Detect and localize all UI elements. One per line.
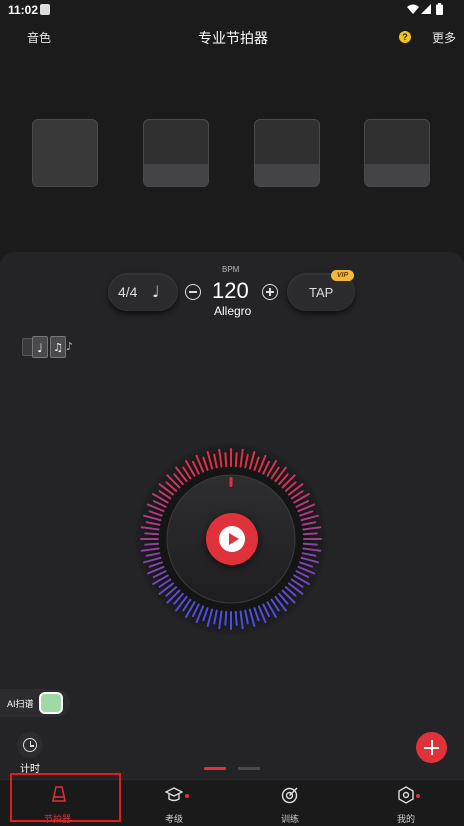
profile-hexagon-icon [398, 786, 414, 804]
bpm-label: BPM [222, 265, 240, 274]
nav-item-training[interactable]: 训练 [232, 780, 348, 826]
notification-dot [185, 794, 189, 798]
dial-indicator [229, 477, 233, 487]
ai-scan-button[interactable]: AI扫谱 [0, 689, 70, 717]
nav-label-training: 训练 [281, 814, 300, 824]
time-signature-value: 4/4 [118, 284, 138, 300]
dial-tick [302, 532, 318, 536]
page-indicator-active [204, 767, 226, 770]
rhythm-pattern-icon[interactable]: ♩ ♫ ♪ [22, 336, 76, 360]
notification-icon [40, 4, 50, 15]
page-title: 专业节拍器 [198, 30, 268, 46]
play-button[interactable] [206, 513, 258, 565]
dial-tick [234, 452, 238, 468]
plus-icon-v [269, 287, 271, 296]
dial-tick [224, 452, 228, 468]
nav-label-profile: 我的 [397, 814, 416, 824]
highlight-box [10, 773, 121, 822]
tempo-name: Allegro [214, 304, 252, 318]
signal-icon [421, 4, 431, 14]
beat-box-4[interactable] [364, 119, 430, 187]
beat-box-1[interactable] [32, 119, 98, 187]
time-signature-selector[interactable]: 4/4 ♩ [108, 273, 178, 311]
wifi-icon [407, 4, 419, 14]
graduation-cap-icon [165, 787, 183, 802]
target-icon [281, 787, 298, 804]
minus-icon [189, 291, 197, 293]
battery-icon [436, 3, 443, 15]
help-icon[interactable]: ? [399, 31, 411, 43]
vip-badge: VIP [331, 270, 354, 281]
clock-icon [17, 732, 43, 758]
status-time: 11:02 [8, 3, 39, 17]
tone-button[interactable]: 音色 [27, 29, 51, 46]
dial-tick [234, 610, 238, 626]
dial-tick [144, 532, 160, 536]
beat-box-2[interactable] [143, 119, 209, 187]
nav-item-profile[interactable]: 我的 [348, 780, 464, 826]
dial-tick [224, 610, 228, 626]
nav-label-exam: 考级 [165, 814, 184, 824]
note-value-icon: ♩ [152, 282, 160, 301]
status-bar: 11:02 [0, 0, 464, 20]
more-button[interactable]: 更多 [432, 29, 456, 46]
beat-box-3[interactable] [254, 119, 320, 187]
notification-dot [416, 794, 420, 798]
dial-tick [144, 542, 160, 546]
ai-scan-label: AI扫谱 [7, 699, 34, 709]
nav-item-exam[interactable]: 考级 [116, 780, 232, 826]
play-icon [219, 526, 245, 552]
dial-tick [302, 542, 318, 546]
timer-button[interactable]: 计时 [14, 730, 48, 775]
page-indicator-inactive [238, 767, 260, 770]
add-button[interactable] [416, 732, 447, 763]
scan-icon [39, 692, 63, 714]
tap-label: TAP [309, 285, 334, 300]
bpm-value[interactable]: 120 [212, 278, 249, 304]
